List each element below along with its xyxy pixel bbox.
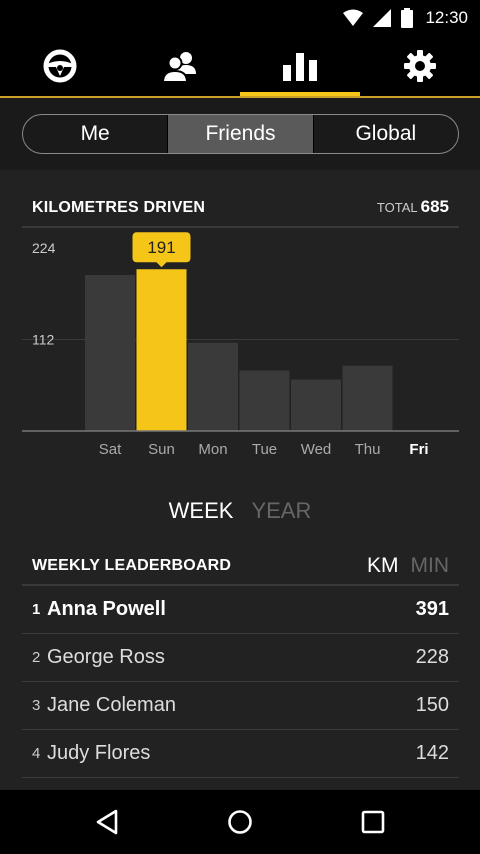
total-value: 685: [420, 197, 449, 216]
tab-settings[interactable]: [360, 36, 480, 96]
km-bar-chart: 224 112 Sat 191 Sun Mon Tue Wed Thu Fri: [22, 228, 459, 468]
recents-button[interactable]: [349, 802, 397, 842]
recents-icon: [361, 810, 385, 834]
leaderboard-name: Judy Flores: [47, 742, 151, 764]
segment-friends[interactable]: Friends: [167, 115, 313, 153]
friends-icon: [162, 52, 196, 82]
scope-segmented-control: Me Friends Global: [22, 114, 459, 154]
segment-global[interactable]: Global: [312, 115, 458, 153]
leaderboard-row[interactable]: 3 Jane Coleman 150: [22, 682, 459, 730]
x-tick-label: Thu: [355, 441, 381, 458]
x-tick-label: Tue: [252, 441, 277, 458]
bar: [342, 365, 393, 431]
bar-highlighted: [136, 269, 187, 431]
bar: [291, 379, 341, 431]
back-icon: [96, 809, 118, 835]
leaderboard-rank: 3: [32, 697, 41, 714]
leaderboard-row[interactable]: 1 Anna Powell 391: [22, 586, 459, 634]
steering-wheel-icon: [43, 49, 77, 83]
home-icon: [228, 810, 252, 834]
bar-chart-icon: [283, 53, 317, 81]
leaderboard-rank: 2: [32, 649, 41, 666]
leaderboard-value: 228: [415, 646, 449, 668]
unit-km[interactable]: KM: [367, 554, 399, 578]
x-tick-label: Fri: [409, 441, 428, 458]
leaderboard-header: WEEKLY LEADERBOARD KM MIN: [22, 546, 459, 586]
bar: [239, 370, 290, 431]
leaderboard-title: WEEKLY LEADERBOARD: [32, 557, 232, 574]
km-total: TOTAL 685: [377, 197, 449, 217]
leaderboard-rank: 4: [32, 745, 41, 762]
x-tick-label: Mon: [198, 441, 227, 458]
period-toggle: WEEK YEAR: [0, 498, 480, 530]
home-button[interactable]: [216, 802, 264, 842]
leaderboard-value: 391: [415, 598, 449, 620]
stats-panel: KILOMETRES DRIVEN TOTAL 685 224 112 Sat 191 S…: [0, 170, 480, 790]
gear-icon: [404, 50, 436, 82]
y-tick-label: 112: [32, 332, 55, 348]
km-section-header: KILOMETRES DRIVEN TOTAL 685: [22, 188, 459, 228]
leaderboard-rank: 1: [32, 601, 41, 618]
leaderboard-row[interactable]: 2 George Ross 228: [22, 634, 459, 682]
bar-value-label: 191: [147, 238, 175, 257]
bar: [85, 274, 135, 431]
km-section-title: KILOMETRES DRIVEN: [32, 199, 206, 216]
top-nav: [0, 36, 480, 96]
x-tick-label: Wed: [301, 441, 332, 458]
bar: [188, 342, 238, 431]
leaderboard-list: 1 Anna Powell 391 2 George Ross 228 3 Ja…: [22, 586, 459, 778]
back-button[interactable]: [83, 802, 131, 842]
system-nav-bar: [0, 790, 480, 854]
battery-icon: [401, 8, 414, 28]
y-tick-label: 224: [32, 240, 56, 256]
period-year[interactable]: YEAR: [251, 498, 311, 530]
status-bar: 12:30: [0, 0, 480, 36]
clock: 12:30: [425, 8, 468, 27]
tab-friends[interactable]: [120, 36, 240, 96]
scope-selector-bar: Me Friends Global: [0, 98, 480, 170]
tooltip-pointer: [155, 261, 168, 268]
leaderboard-name: George Ross: [47, 646, 165, 668]
leaderboard-row[interactable]: 4 Judy Flores 142: [22, 730, 459, 778]
wifi-icon: [343, 9, 364, 26]
cell-signal-icon: [373, 9, 392, 27]
leaderboard-value: 150: [415, 694, 449, 716]
period-week[interactable]: WEEK: [169, 498, 234, 530]
total-label: TOTAL: [376, 200, 418, 215]
leaderboard-value: 142: [415, 742, 449, 764]
tab-drive[interactable]: [0, 36, 120, 96]
unit-toggle: KM MIN: [367, 554, 449, 578]
x-tick-label: Sat: [99, 441, 122, 458]
leaderboard-name: Anna Powell: [47, 598, 166, 620]
leaderboard-name: Jane Coleman: [47, 694, 176, 716]
km-bar-chart-svg: 224 112 Sat 191 Sun Mon Tue Wed Thu Fri: [22, 232, 459, 458]
tab-stats[interactable]: [240, 36, 360, 96]
segment-me[interactable]: Me: [23, 115, 167, 153]
unit-min[interactable]: MIN: [411, 554, 450, 578]
x-tick-label: Sun: [148, 441, 175, 458]
